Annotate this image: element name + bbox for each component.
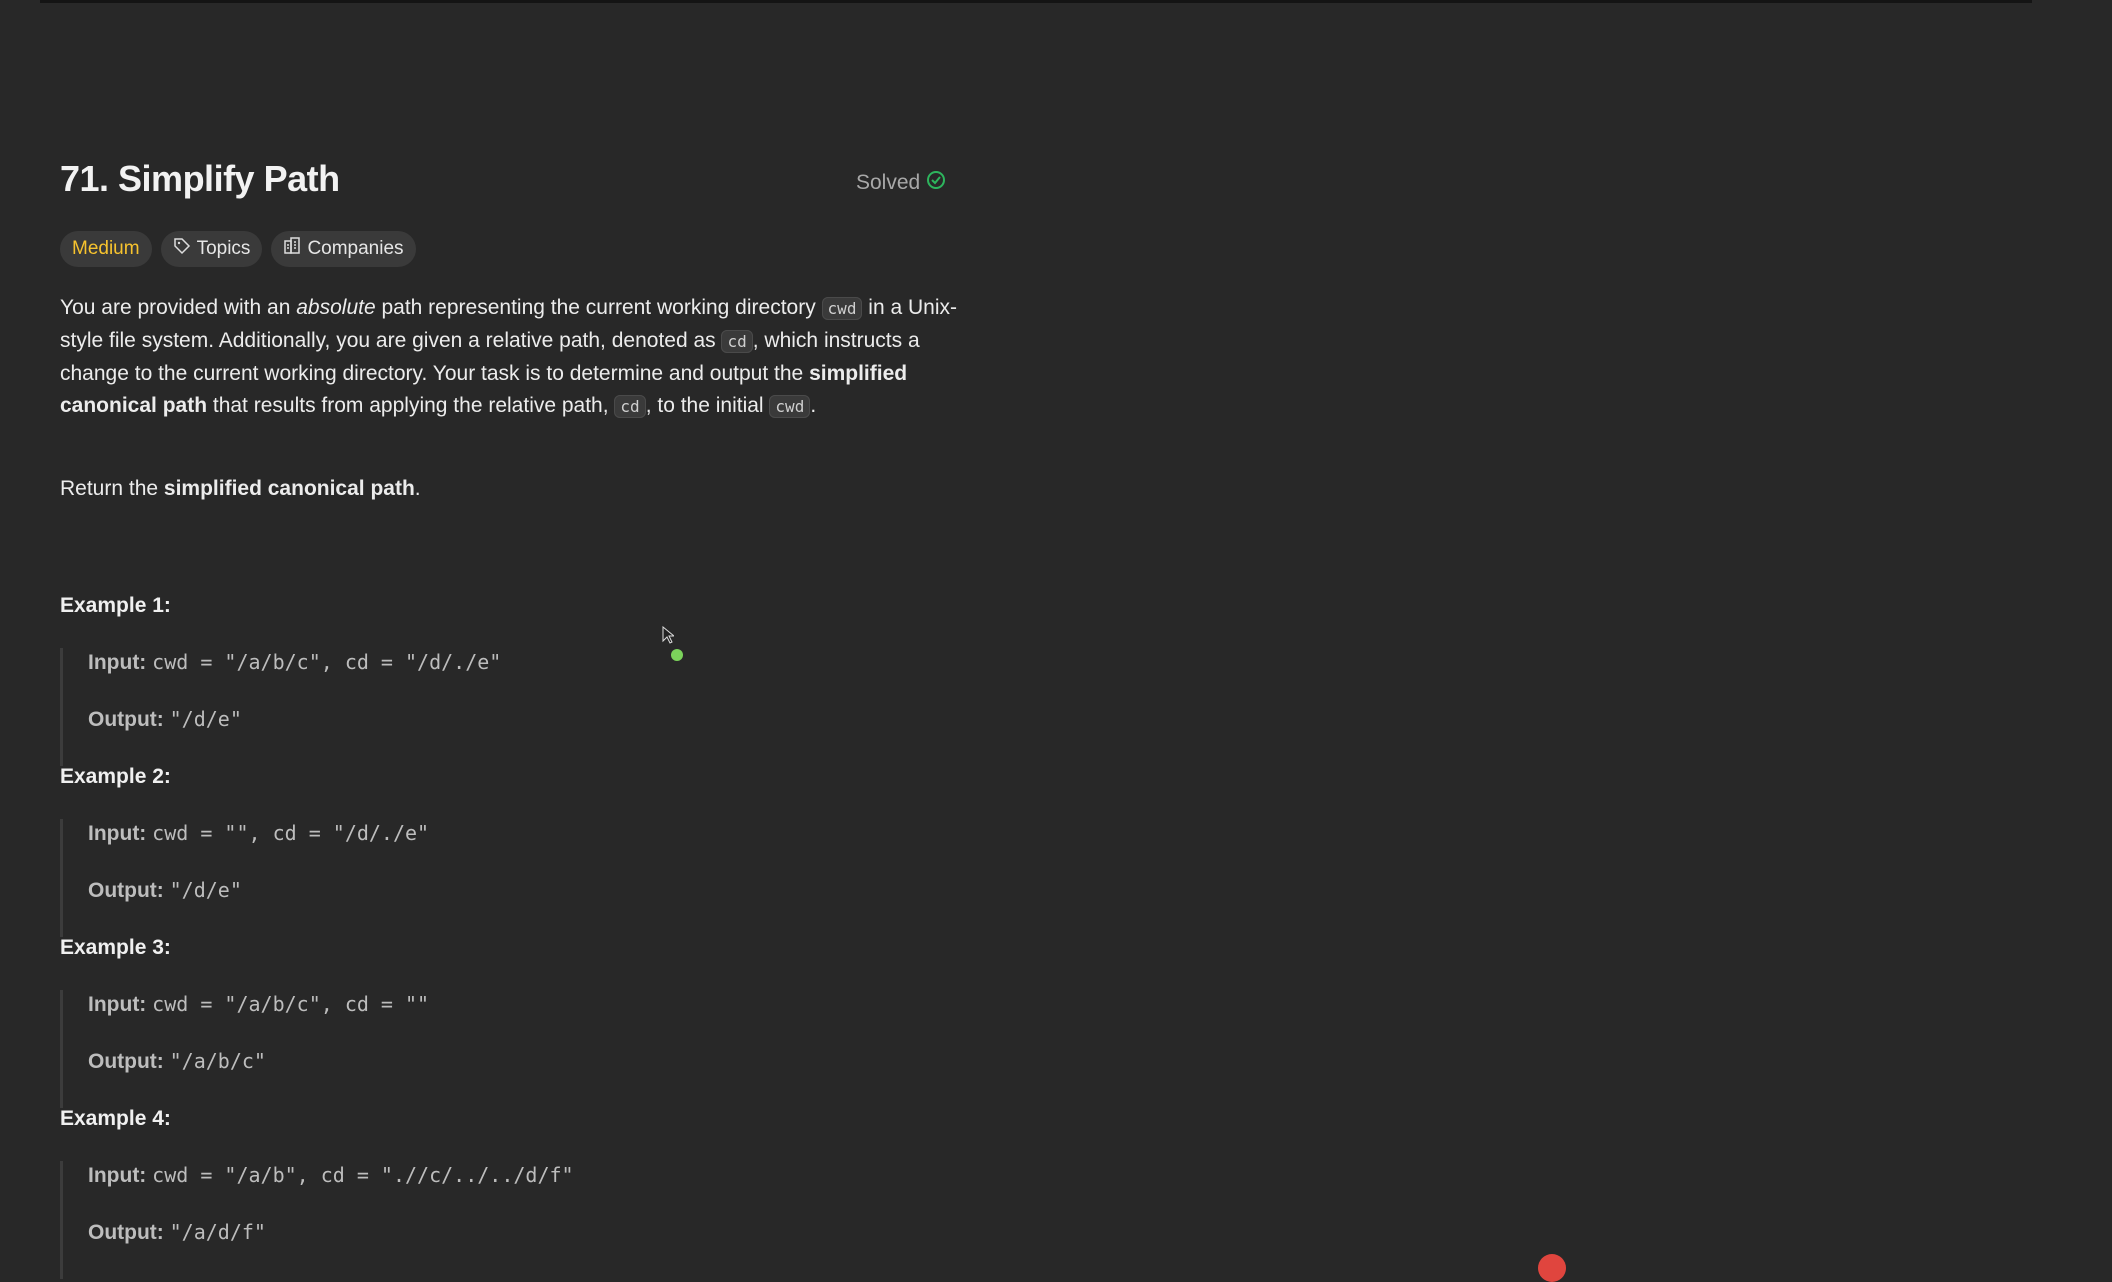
output-value: "/d/e" bbox=[169, 707, 242, 731]
example-block bbox=[60, 648, 63, 766]
output-value: "/a/d/f" bbox=[169, 1220, 266, 1244]
inline-code: cwd bbox=[769, 395, 811, 418]
input-label: Input: bbox=[88, 1164, 147, 1187]
input-label: Input: bbox=[88, 993, 147, 1016]
example-heading: Example 3: bbox=[60, 936, 171, 959]
text: that results from applying the relative … bbox=[207, 394, 615, 417]
text: Return the bbox=[60, 477, 164, 500]
output-label: Output: bbox=[88, 879, 164, 902]
example-heading: Example 1: bbox=[60, 594, 171, 617]
solved-label: Solved bbox=[856, 171, 921, 194]
example-input: Input: cwd = "/a/b/c", cd = "" bbox=[88, 992, 429, 1017]
example-input: Input: cwd = "/a/b/c", cd = "/d/./e" bbox=[88, 650, 501, 675]
output-value: "/d/e" bbox=[169, 878, 242, 902]
output-value: "/a/b/c" bbox=[169, 1049, 266, 1073]
input-value: cwd = "/a/b/c", cd = "/d/./e" bbox=[152, 650, 502, 674]
mouse-pointer-icon bbox=[662, 625, 676, 649]
companies-label: Companies bbox=[307, 238, 404, 259]
output-label: Output: bbox=[88, 1050, 164, 1073]
input-value: cwd = "/a/b/c", cd = "" bbox=[152, 992, 430, 1016]
text: . bbox=[810, 394, 817, 417]
input-label: Input: bbox=[88, 822, 147, 845]
output-label: Output: bbox=[88, 708, 164, 731]
emphasis-absolute: absolute bbox=[296, 296, 376, 319]
building-icon bbox=[283, 237, 301, 261]
input-value: cwd = "", cd = "/d/./e" bbox=[152, 821, 430, 845]
inline-code: cd bbox=[614, 395, 646, 418]
text: , to the initial bbox=[645, 394, 770, 417]
example-output: Output: "/d/e" bbox=[88, 707, 242, 732]
example-block bbox=[60, 990, 63, 1108]
problem-description: You are provided with an absolute path r… bbox=[60, 292, 960, 423]
example-heading: Example 2: bbox=[60, 765, 171, 788]
inline-code: cd bbox=[721, 330, 753, 353]
record-indicator bbox=[1538, 1254, 1566, 1282]
window-top-border bbox=[40, 0, 2032, 3]
text: path representing the current working di… bbox=[375, 296, 822, 319]
check-circle-icon bbox=[926, 170, 946, 196]
companies-button[interactable]: Companies bbox=[271, 231, 416, 267]
input-value: cwd = "/a/b", cd = ".//c/../../d/f" bbox=[152, 1163, 574, 1187]
example-block bbox=[60, 819, 63, 937]
bold-text: simplified canonical path bbox=[163, 477, 415, 500]
example-output: Output: "/d/e" bbox=[88, 878, 242, 903]
problem-title: 71. Simplify Path bbox=[60, 158, 340, 199]
solved-status: Solved bbox=[856, 170, 946, 196]
text: You are provided with an bbox=[60, 296, 297, 319]
input-label: Input: bbox=[88, 651, 147, 674]
tag-icon bbox=[173, 237, 191, 261]
example-output: Output: "/a/d/f" bbox=[88, 1220, 266, 1245]
topics-button[interactable]: Topics bbox=[160, 231, 263, 267]
example-block bbox=[60, 1161, 63, 1279]
example-input: Input: cwd = "/a/b", cd = ".//c/../../d/… bbox=[88, 1163, 574, 1188]
tag-row: Medium Topics Companies bbox=[60, 231, 416, 267]
example-input: Input: cwd = "", cd = "/d/./e" bbox=[88, 821, 429, 846]
difficulty-badge[interactable]: Medium bbox=[60, 231, 152, 267]
topics-label: Topics bbox=[196, 238, 251, 259]
example-output: Output: "/a/b/c" bbox=[88, 1049, 266, 1074]
return-statement: Return the simplified canonical path. bbox=[60, 477, 421, 501]
inline-code: cwd bbox=[821, 297, 863, 320]
text: . bbox=[414, 477, 421, 500]
output-label: Output: bbox=[88, 1221, 164, 1244]
example-heading: Example 4: bbox=[60, 1107, 171, 1130]
click-indicator-dot bbox=[671, 649, 683, 661]
